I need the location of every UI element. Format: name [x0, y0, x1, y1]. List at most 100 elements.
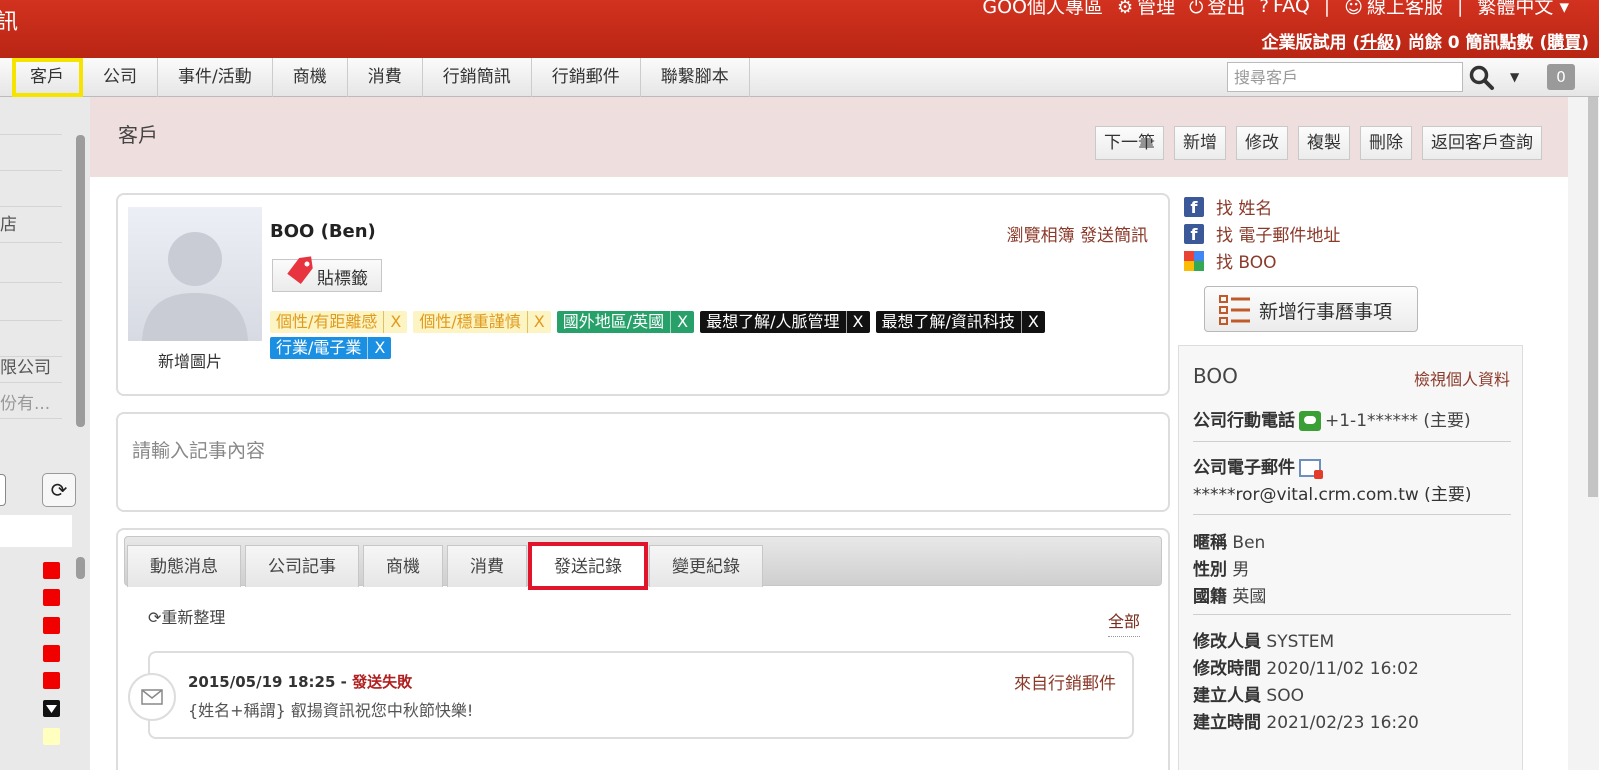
- support-icon: ☺: [1344, 0, 1363, 18]
- brand-text: 訊: [0, 10, 19, 35]
- refresh-icon[interactable]: ⟳: [42, 473, 76, 507]
- nav-tab-sms-marketing[interactable]: 行銷簡訊: [423, 58, 532, 97]
- sidebar-item[interactable]: 份有...: [0, 389, 62, 419]
- created-time-row: 建立時間 2021/02/23 16:20: [1193, 708, 1419, 733]
- admin-link[interactable]: ⚙ 管理: [1117, 0, 1175, 19]
- tab-purchases[interactable]: 消費: [447, 545, 527, 587]
- nav-tab-scripts[interactable]: 聯繫腳本: [641, 58, 750, 97]
- tag-icon: [287, 256, 313, 285]
- tab-company-notes[interactable]: 公司記事: [245, 545, 359, 587]
- tag-text: 最想了解/人脈管理: [706, 312, 840, 331]
- copy-button[interactable]: 複製: [1298, 126, 1350, 160]
- red-status-square[interactable]: [43, 617, 60, 634]
- chevron-down-icon: ▾: [1559, 0, 1569, 18]
- send-record-entry: 2015/05/19 18:25 - 發送失敗 來自行銷郵件 {姓名+稱謂} 叡…: [128, 651, 1134, 739]
- person-info-panel: BOO 檢視個人資料 公司行動電話 +1-1****** (主要) 公司電子郵件 …: [1178, 345, 1523, 770]
- language-select[interactable]: 繁體中文 ▾: [1477, 0, 1569, 19]
- red-status-square[interactable]: [43, 589, 60, 606]
- sidebar-scrollbar[interactable]: [76, 135, 85, 427]
- tab-change-log[interactable]: 變更紀錄: [649, 545, 763, 587]
- tab-news-feed[interactable]: 動態消息: [127, 545, 241, 587]
- created-time-value: 2021/02/23 16:20: [1266, 713, 1419, 733]
- gender-label: 性別: [1193, 560, 1227, 580]
- gender-row: 性別 男: [1193, 555, 1249, 580]
- remove-tag-button[interactable]: X: [845, 311, 870, 333]
- search-icon[interactable]: [1468, 64, 1496, 92]
- chat-icon[interactable]: [1299, 411, 1321, 431]
- sidebar-item[interactable]: [0, 171, 62, 207]
- search-options-chevron-icon[interactable]: ▼: [1510, 70, 1519, 84]
- upgrade-link[interactable]: 升級: [1360, 33, 1394, 53]
- avatar[interactable]: [128, 207, 262, 341]
- notification-badge[interactable]: 0: [1547, 64, 1575, 90]
- sidebar-item[interactable]: 限公司: [0, 353, 62, 383]
- add-tag-button[interactable]: 貼標籤: [272, 256, 382, 292]
- remove-tag-button[interactable]: X: [367, 337, 391, 359]
- remove-tag-button[interactable]: X: [526, 311, 551, 333]
- plan-middle: ) 尚餘 0 簡訊點數 (: [1394, 33, 1548, 53]
- support-link[interactable]: ☺ 線上客服: [1344, 0, 1443, 19]
- find-by-name-link[interactable]: f 找 姓名: [1184, 193, 1340, 220]
- show-all-link[interactable]: 全部: [1107, 608, 1140, 637]
- sidebar-item[interactable]: [0, 135, 62, 171]
- sidebar-item[interactable]: [0, 283, 62, 321]
- remove-tag-button[interactable]: X: [1020, 311, 1045, 333]
- divider: [1193, 614, 1511, 615]
- tab-opportunities[interactable]: 商機: [363, 545, 443, 587]
- personal-area-link[interactable]: GOO個人專區: [982, 0, 1103, 19]
- mobile-label: 公司行動電話: [1193, 411, 1295, 431]
- edit-button[interactable]: 修改: [1236, 126, 1288, 160]
- nav-tab-email-marketing[interactable]: 行銷郵件: [532, 58, 641, 97]
- refresh-button[interactable]: ⟳重新整理: [148, 604, 225, 628]
- delete-button[interactable]: 刪除: [1360, 126, 1412, 160]
- google-search-link[interactable]: 找 BOO: [1184, 247, 1340, 274]
- nav-tab-companies[interactable]: 公司: [83, 58, 158, 97]
- tab-send-records[interactable]: 發送記錄: [528, 542, 648, 590]
- find-by-email-link[interactable]: f 找 電子郵件地址: [1184, 220, 1340, 247]
- page-title: 客戶: [118, 123, 158, 147]
- tag-text: 個性/穩重謹慎: [419, 312, 521, 331]
- nav-tab-opportunities[interactable]: 商機: [273, 58, 348, 97]
- nationality-value: 英國: [1232, 587, 1267, 607]
- back-to-search-button[interactable]: 返回客戶查詢: [1422, 126, 1542, 160]
- gear-icon: ⚙: [1117, 0, 1134, 18]
- note-input[interactable]: [118, 414, 1168, 510]
- plan-prefix: 企業版試用 (: [1261, 33, 1361, 53]
- record-source-link[interactable]: 來自行銷郵件: [1014, 669, 1116, 694]
- page-scrollbar-thumb[interactable]: [1588, 97, 1598, 497]
- red-status-square[interactable]: [43, 645, 60, 662]
- record-date: 2015/05/19 18:25: [188, 673, 336, 691]
- pale-status-square[interactable]: [43, 728, 60, 745]
- red-status-square[interactable]: [43, 562, 60, 579]
- view-profile-link[interactable]: 檢視個人資料: [1414, 366, 1510, 390]
- nav-tab-purchases[interactable]: 消費: [348, 58, 423, 97]
- send-mail-icon[interactable]: [1299, 459, 1323, 479]
- buy-link[interactable]: 購買: [1547, 33, 1581, 53]
- red-status-square[interactable]: [43, 672, 60, 689]
- sidebar-filter-button[interactable]: [0, 474, 6, 506]
- sidebar-item[interactable]: [0, 97, 62, 135]
- remove-tag-button[interactable]: X: [670, 311, 694, 333]
- sidebar-item[interactable]: 店: [0, 207, 62, 243]
- sidebar-input-row[interactable]: [0, 515, 72, 547]
- add-calendar-event-button[interactable]: 新增行事曆事項: [1204, 286, 1418, 332]
- remove-tag-button[interactable]: X: [383, 311, 407, 333]
- nav-tab-events[interactable]: 事件/活動: [158, 58, 273, 97]
- profile-links[interactable]: 瀏覽相簿 發送簡訊: [1007, 221, 1148, 246]
- action-buttons: 下一筆 新增 修改 複製 刪除 返回客戶查詢: [1095, 126, 1542, 160]
- sidebar-item[interactable]: [0, 243, 62, 283]
- nickname-row: 暱稱 Ben: [1193, 528, 1265, 553]
- next-record-button[interactable]: 下一筆: [1095, 126, 1164, 160]
- sidebar-item[interactable]: [0, 321, 62, 357]
- google-icon: [1184, 250, 1204, 271]
- faq-link[interactable]: ? FAQ: [1259, 0, 1309, 17]
- dark-status-square[interactable]: [43, 700, 60, 717]
- add-button[interactable]: 新增: [1174, 126, 1226, 160]
- customer-search-input[interactable]: [1227, 62, 1463, 92]
- sidebar-scrollbar-lower[interactable]: [76, 557, 85, 579]
- logout-link[interactable]: ⏻ 登出: [1189, 0, 1245, 19]
- nav-tab-customers[interactable]: 客戶: [12, 58, 83, 97]
- page-scrollbar[interactable]: [1568, 97, 1599, 770]
- admin-link-label: 管理: [1137, 0, 1176, 18]
- add-photo-link[interactable]: 新增圖片: [158, 348, 222, 372]
